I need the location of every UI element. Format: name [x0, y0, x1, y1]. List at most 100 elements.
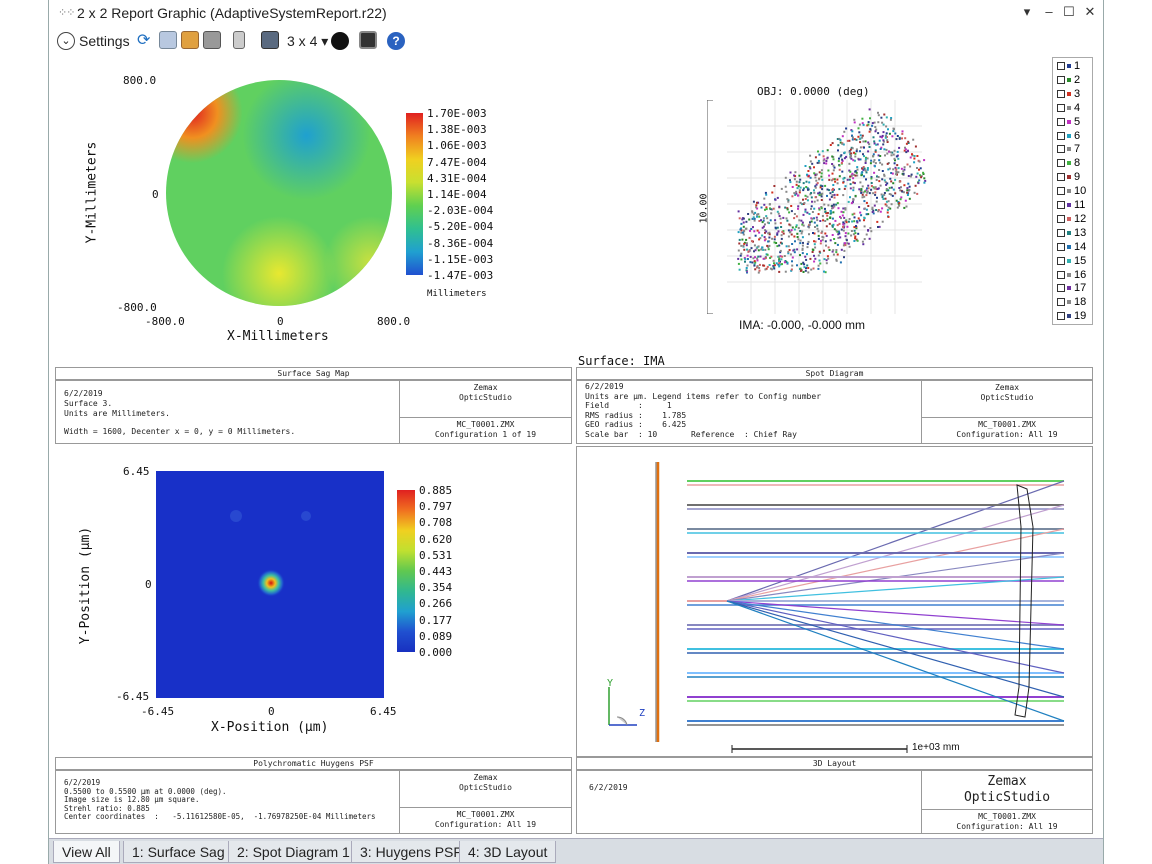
legend-item[interactable]: 18 — [1057, 296, 1086, 309]
legend-item[interactable]: 12 — [1057, 213, 1086, 226]
legend-item[interactable]: 2 — [1057, 74, 1080, 87]
legend-checkbox-icon[interactable] — [1057, 75, 1065, 84]
spot-point — [808, 233, 810, 236]
legend-item[interactable]: 16 — [1057, 269, 1086, 282]
spot-point — [888, 132, 891, 135]
legend-checkbox-icon[interactable] — [1057, 131, 1065, 140]
legend-checkbox-icon[interactable] — [1057, 117, 1065, 126]
tab-huygens-psf[interactable]: 3: Huygens PSF — [351, 841, 471, 863]
spot-point — [867, 229, 870, 232]
legend-item[interactable]: 7 — [1057, 143, 1080, 156]
spot-point — [859, 150, 861, 153]
spot-point — [847, 200, 850, 203]
legend-item[interactable]: 17 — [1057, 282, 1086, 295]
spot-point — [818, 191, 821, 194]
legend-item[interactable]: 13 — [1057, 227, 1086, 240]
spot-point — [749, 255, 752, 258]
legend-item[interactable]: 15 — [1057, 255, 1086, 268]
refresh-icon[interactable]: ⟳ — [137, 31, 150, 51]
legend-checkbox-icon[interactable] — [1057, 159, 1065, 168]
spot-point — [881, 220, 884, 223]
spot-point — [874, 191, 877, 194]
spot-point — [923, 177, 926, 180]
spot-point — [797, 194, 799, 197]
legend-checkbox-icon[interactable] — [1057, 228, 1065, 237]
legend-checkbox-icon[interactable] — [1057, 201, 1065, 210]
legend-checkbox-icon[interactable] — [1057, 256, 1065, 265]
legend-item[interactable]: 8 — [1057, 157, 1080, 170]
settings-chevron-icon[interactable]: ⌄ — [57, 32, 75, 50]
dropdown-icon[interactable]: ▾ — [1018, 3, 1036, 21]
tab-surface-sag[interactable]: 1: Surface Sag — [123, 841, 234, 863]
legend-item[interactable]: 14 — [1057, 241, 1086, 254]
legend-checkbox-icon[interactable] — [1057, 173, 1065, 182]
window-icon[interactable] — [261, 31, 279, 49]
spot-point — [826, 214, 829, 217]
legend-item[interactable]: 4 — [1057, 102, 1080, 115]
legend-item[interactable]: 5 — [1057, 116, 1080, 129]
legend-checkbox-icon[interactable] — [1057, 312, 1065, 321]
spot-point — [854, 174, 857, 177]
spot-point — [737, 231, 740, 234]
legend-checkbox-icon[interactable] — [1057, 284, 1065, 293]
settings-button[interactable]: Settings — [79, 31, 130, 51]
spot-point — [842, 211, 845, 214]
spot-point — [908, 185, 911, 188]
spot-point — [817, 254, 820, 257]
maximize-button[interactable]: ☐ — [1060, 3, 1078, 21]
legend-checkbox-icon[interactable] — [1057, 187, 1065, 196]
gear-icon[interactable] — [331, 32, 349, 50]
export-icon[interactable] — [181, 31, 199, 49]
lock-icon[interactable] — [233, 31, 245, 49]
spot-point — [839, 236, 842, 239]
legend-item[interactable]: 1 — [1057, 60, 1080, 73]
legend-checkbox-icon[interactable] — [1057, 62, 1065, 71]
legend-checkbox-icon[interactable] — [1057, 270, 1065, 279]
legend-item[interactable]: 3 — [1057, 88, 1080, 101]
spot-point — [916, 192, 919, 195]
minimize-button[interactable]: – — [1040, 3, 1058, 21]
tab-spot-diagram[interactable]: 2: Spot Diagram 1 — [228, 841, 359, 863]
layout-selector[interactable]: 3 x 4 ▾ — [287, 31, 328, 51]
legend-checkbox-icon[interactable] — [1057, 145, 1065, 154]
grip-icon[interactable]: ⁘⁘ — [58, 7, 75, 19]
spot-point — [804, 210, 807, 213]
fit-icon[interactable] — [359, 31, 377, 49]
legend-checkbox-icon[interactable] — [1057, 103, 1065, 112]
spot-point — [796, 187, 799, 190]
spot-point — [770, 212, 773, 215]
spot-point — [898, 204, 901, 207]
spot-point — [821, 185, 824, 188]
legend-item[interactable]: 6 — [1057, 130, 1080, 143]
legend-item[interactable]: 11 — [1057, 199, 1085, 212]
legend-checkbox-icon[interactable] — [1057, 214, 1065, 223]
spot-point — [813, 191, 816, 194]
help-icon[interactable]: ? — [387, 32, 405, 50]
copy-icon[interactable] — [159, 31, 177, 49]
legend-item[interactable]: 19 — [1057, 310, 1086, 323]
spot-point — [864, 169, 867, 172]
tab-3d-layout[interactable]: 4: 3D Layout — [459, 841, 557, 863]
tab-view-all[interactable]: View All — [53, 841, 120, 863]
legend-item[interactable]: 9 — [1057, 171, 1080, 184]
spot-point — [918, 168, 920, 171]
spot-point — [824, 240, 827, 243]
spot-point — [867, 121, 870, 124]
window-title: 2 x 2 Report Graphic (AdaptiveSystemRepo… — [77, 5, 387, 21]
sag-company: Zemax — [473, 383, 498, 392]
close-button[interactable]: ✕ — [1081, 3, 1099, 21]
spot-point — [790, 233, 793, 236]
spot-point — [793, 192, 796, 195]
print-icon[interactable] — [203, 31, 221, 49]
spot-point — [871, 122, 874, 125]
legend-checkbox-icon[interactable] — [1057, 242, 1065, 251]
legend-checkbox-icon[interactable] — [1057, 89, 1065, 98]
legend-checkbox-icon[interactable] — [1057, 298, 1065, 307]
legend-marker-icon — [1067, 314, 1071, 319]
legend-item[interactable]: 10 — [1057, 185, 1086, 198]
psf-panel-title: Polychromatic Huygens PSF — [55, 757, 572, 770]
spot-ima-label: IMA: -0.000, -0.000 mm — [739, 318, 866, 332]
spot-point — [754, 256, 756, 259]
spot-point — [738, 238, 741, 241]
spot-point — [842, 181, 845, 184]
